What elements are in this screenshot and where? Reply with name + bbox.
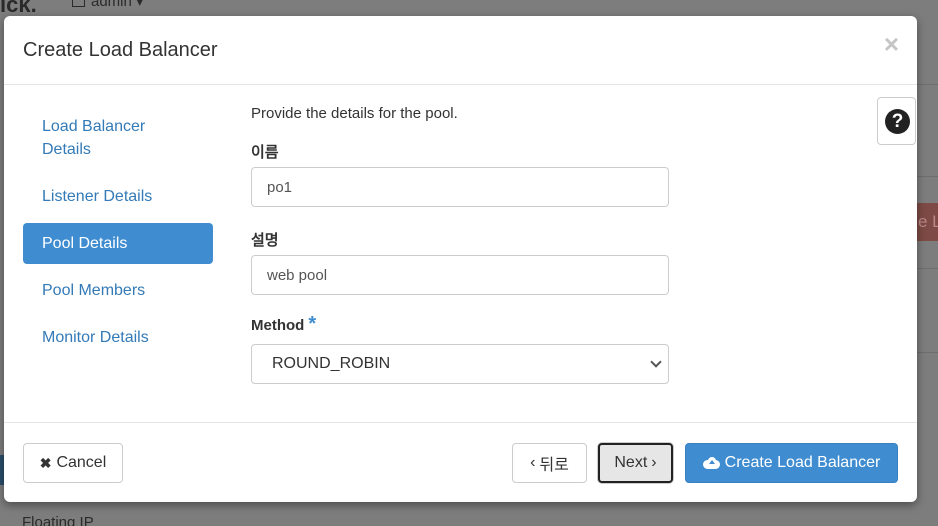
- background-floating-ip-label: Floating IP: [22, 514, 94, 526]
- pool-details-form: Provide the details for the pool. 이름 설명 …: [251, 105, 671, 384]
- nav-item-load-balancer-details[interactable]: Load Balancer Details: [23, 106, 213, 170]
- background-divider: [916, 176, 938, 177]
- question-icon: ?: [885, 109, 910, 134]
- method-label: Method: [251, 317, 305, 334]
- user-menu-label: admin ▾: [91, 0, 144, 10]
- chevron-down-icon: [650, 356, 662, 368]
- nav-item-pool-details[interactable]: Pool Details: [23, 223, 213, 264]
- description-label: 설명: [251, 232, 279, 249]
- method-select-value: ROUND_ROBIN: [272, 355, 391, 372]
- method-select[interactable]: ROUND_ROBIN: [251, 344, 669, 384]
- create-label: Create Load Balancer: [724, 454, 881, 471]
- nav-item-pool-members[interactable]: Pool Members: [23, 270, 213, 311]
- modal-title: Create Load Balancer: [23, 39, 218, 61]
- required-icon: *: [308, 313, 317, 335]
- wizard-nav: Load Balancer Details Listener Details P…: [23, 106, 213, 358]
- close-icon[interactable]: ×: [884, 31, 899, 57]
- close-icon: ✖: [39, 454, 52, 471]
- background-divider: [916, 352, 938, 353]
- create-load-balancer-button[interactable]: Create Load Balancer: [685, 443, 898, 483]
- back-button[interactable]: ‹ 뒤로: [512, 443, 587, 483]
- description-input[interactable]: [251, 255, 669, 295]
- background-divider: [916, 268, 938, 269]
- form-intro: Provide the details for the pool.: [251, 105, 458, 122]
- name-input[interactable]: [251, 167, 669, 207]
- create-load-balancer-dialog: Create Load Balancer × Load Balancer Det…: [4, 16, 917, 502]
- modal-header: Create Load Balancer ×: [4, 16, 917, 85]
- modal-footer: ✖ Cancel ‹ 뒤로 Next › Create Load Balance…: [4, 422, 917, 502]
- user-icon: [72, 0, 85, 8]
- background-divider: [916, 84, 938, 85]
- background-topbar: ick. admin ▾: [0, 0, 938, 17]
- cancel-button[interactable]: ✖ Cancel: [23, 443, 123, 483]
- chevron-right-icon: ›: [651, 454, 657, 471]
- method-label-group: Method *: [251, 313, 316, 340]
- nav-item-monitor-details[interactable]: Monitor Details: [23, 317, 213, 358]
- next-button[interactable]: Next ›: [598, 443, 673, 483]
- background-action-label: e L: [918, 212, 938, 231]
- help-button[interactable]: ?: [877, 97, 916, 145]
- nav-item-listener-details[interactable]: Listener Details: [23, 176, 213, 217]
- user-menu: admin ▾: [72, 0, 144, 10]
- chevron-left-icon: ‹: [530, 454, 536, 471]
- name-label: 이름: [251, 144, 279, 161]
- next-label: Next: [614, 454, 648, 471]
- cloud-upload-icon: [702, 457, 720, 469]
- back-label: 뒤로: [539, 457, 569, 474]
- background-action-button: e L: [916, 203, 938, 241]
- cancel-label: Cancel: [56, 454, 107, 471]
